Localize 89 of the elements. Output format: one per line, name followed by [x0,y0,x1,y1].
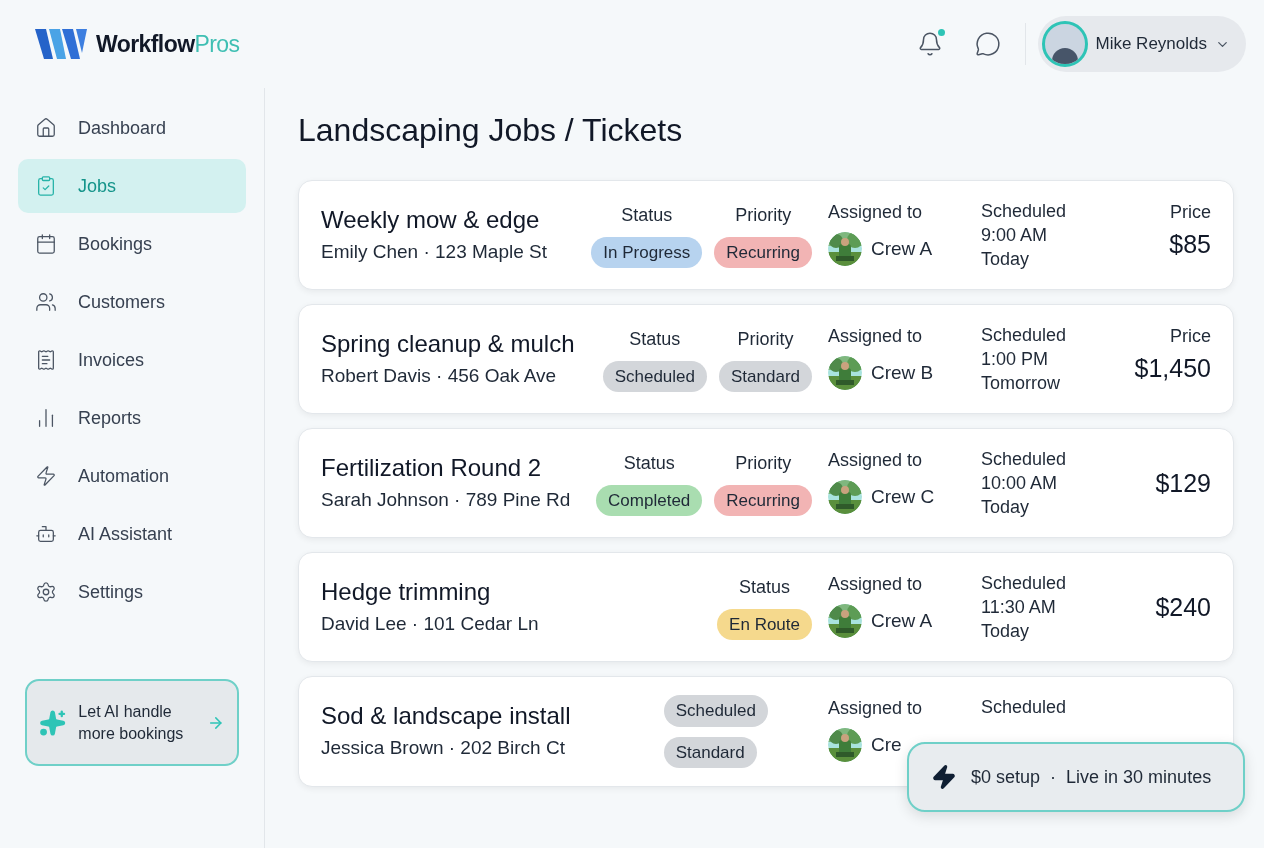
status-badge: Completed [596,484,703,517]
job-subtitle: Jessica Brown · 202 Birch Ct [321,736,566,761]
price: $240 [1155,592,1211,623]
nav-item[interactable]: Customers [18,275,246,329]
column-label: Price [1170,201,1211,224]
job-subtitle: Emily Chen · 123 Maple St [321,239,548,264]
scheduled-time: 1:00 PM [981,348,1050,371]
nav-item[interactable]: Reports [18,391,246,445]
status-badge: Recurring [714,484,812,517]
calendar-icon [35,233,57,255]
crew-name: Crew A [871,236,933,261]
status-badge: Scheduled [663,695,768,727]
column-label: Scheduled [981,324,1068,347]
chat-icon [974,31,1001,57]
column-label: Scheduled [981,696,1068,719]
job-card[interactable]: Weekly mow & edge Emily Chen · 123 Maple St Status In Progress Priority Recurring Assigned to Crew A Scheduled 9:00 AM Today Price $85 [298,180,1234,290]
avatar [1041,21,1088,67]
column-label: Priority [737,327,794,351]
promo-text: Let AI handle more bookings [78,701,185,744]
job-subtitle: Robert Davis · 456 Oak Ave [321,363,558,388]
status-badge: En Route [717,608,812,641]
scheduled-time: 9:00 AM [981,224,1049,247]
toast-setup: $0 setup [971,765,1041,789]
job-card[interactable]: Hedge trimming David Lee · 101 Cedar Ln Status En Route Assigned to Crew A Scheduled 11:30 AM Today $240 [298,552,1234,662]
separator-dot: · [1050,765,1057,789]
nav-item[interactable]: Invoices [18,333,246,387]
column-label: Assigned to [828,697,924,720]
scheduled-time: 11:30 AM [981,596,1057,619]
price: $1,450 [1134,353,1211,384]
status-badge: In Progress [591,236,703,269]
column-label: Status [621,203,673,227]
job-title: Hedge trimming [321,576,492,607]
receipt-icon [35,349,57,371]
column-label: Priority [735,203,792,227]
scheduled-time: 10:00 AM [981,472,1059,495]
column-label: Assigned to [828,573,924,596]
job-title: Fertilization Round 2 [321,452,543,483]
page-title: Landscaping Jobs / Tickets [298,111,684,150]
brand-accent: Pros [194,30,240,57]
column-label: Price [1170,325,1211,348]
column-label: Assigned to [828,449,924,472]
column-label: Scheduled [981,200,1068,223]
price: $85 [1169,229,1211,260]
toast-live: Live in 30 minutes [1066,765,1212,789]
job-title: Sod & landscape install [321,701,572,732]
column-label: Priority [735,451,792,475]
nav-item[interactable]: Bookings [18,217,246,271]
crew-name: Cre [871,732,902,757]
status-badge: Standard [663,736,757,768]
column-label: Status [739,575,791,599]
column-label: Scheduled [981,448,1068,471]
column-label: Assigned to [828,201,924,224]
nav-item[interactable]: Automation [18,449,246,503]
scheduled-day: Today [981,495,1111,519]
column-label: Scheduled [981,572,1068,595]
clipboard-check-icon [35,175,57,197]
crew-name: Crew B [871,360,934,385]
scheduled-day: Today [981,247,1111,271]
scheduled-day: Today [981,619,1111,643]
status-badge: Scheduled [602,360,707,393]
column-label: Status [623,451,675,475]
crew-name: Crew A [871,608,933,633]
settings-icon [35,581,57,603]
column-label: Assigned to [828,325,924,348]
users-icon [35,291,57,313]
home-icon [35,117,57,139]
scheduled-day: Tomorrow [981,371,1111,395]
job-title: Spring cleanup & mulch [321,328,576,359]
job-subtitle: David Lee · 101 Cedar Ln [321,611,540,636]
job-title: Weekly mow & edge [321,204,541,235]
job-card[interactable]: Fertilization Round 2 Sarah Johnson · 789 Pine Rd Status Completed Priority Recurring Assigned to Crew C Scheduled 10:00 AM Today $129 [298,428,1234,538]
crew-name: Crew C [871,484,935,509]
nav-item[interactable]: Dashboard [18,101,246,155]
user-menu[interactable]: Mike Reynolds [1037,16,1246,72]
job-subtitle: Sarah Johnson · 789 Pine Rd [321,487,572,512]
status-badge: Recurring [714,236,812,269]
lightning-icon [35,465,57,487]
lightning-icon [931,764,957,790]
nav-item[interactable]: Settings [18,565,246,619]
status-badge: Standard [719,360,812,393]
ai-promo-button[interactable]: Let AI handle more bookings [25,679,239,766]
job-card[interactable]: Spring cleanup & mulch Robert Davis · 456 Oak Ave Status Scheduled Priority Standard Assigned to Crew B Scheduled 1:00 PM Tomorrow Price $1,450 [298,304,1234,414]
robot-icon [35,523,57,545]
brand-name: Workflow [96,30,195,57]
price: $129 [1155,468,1211,499]
nav-item[interactable]: AI Assistant [18,507,246,561]
logo-icon [35,28,89,60]
column-label: Status [629,327,681,351]
sparkles-icon [39,708,67,737]
